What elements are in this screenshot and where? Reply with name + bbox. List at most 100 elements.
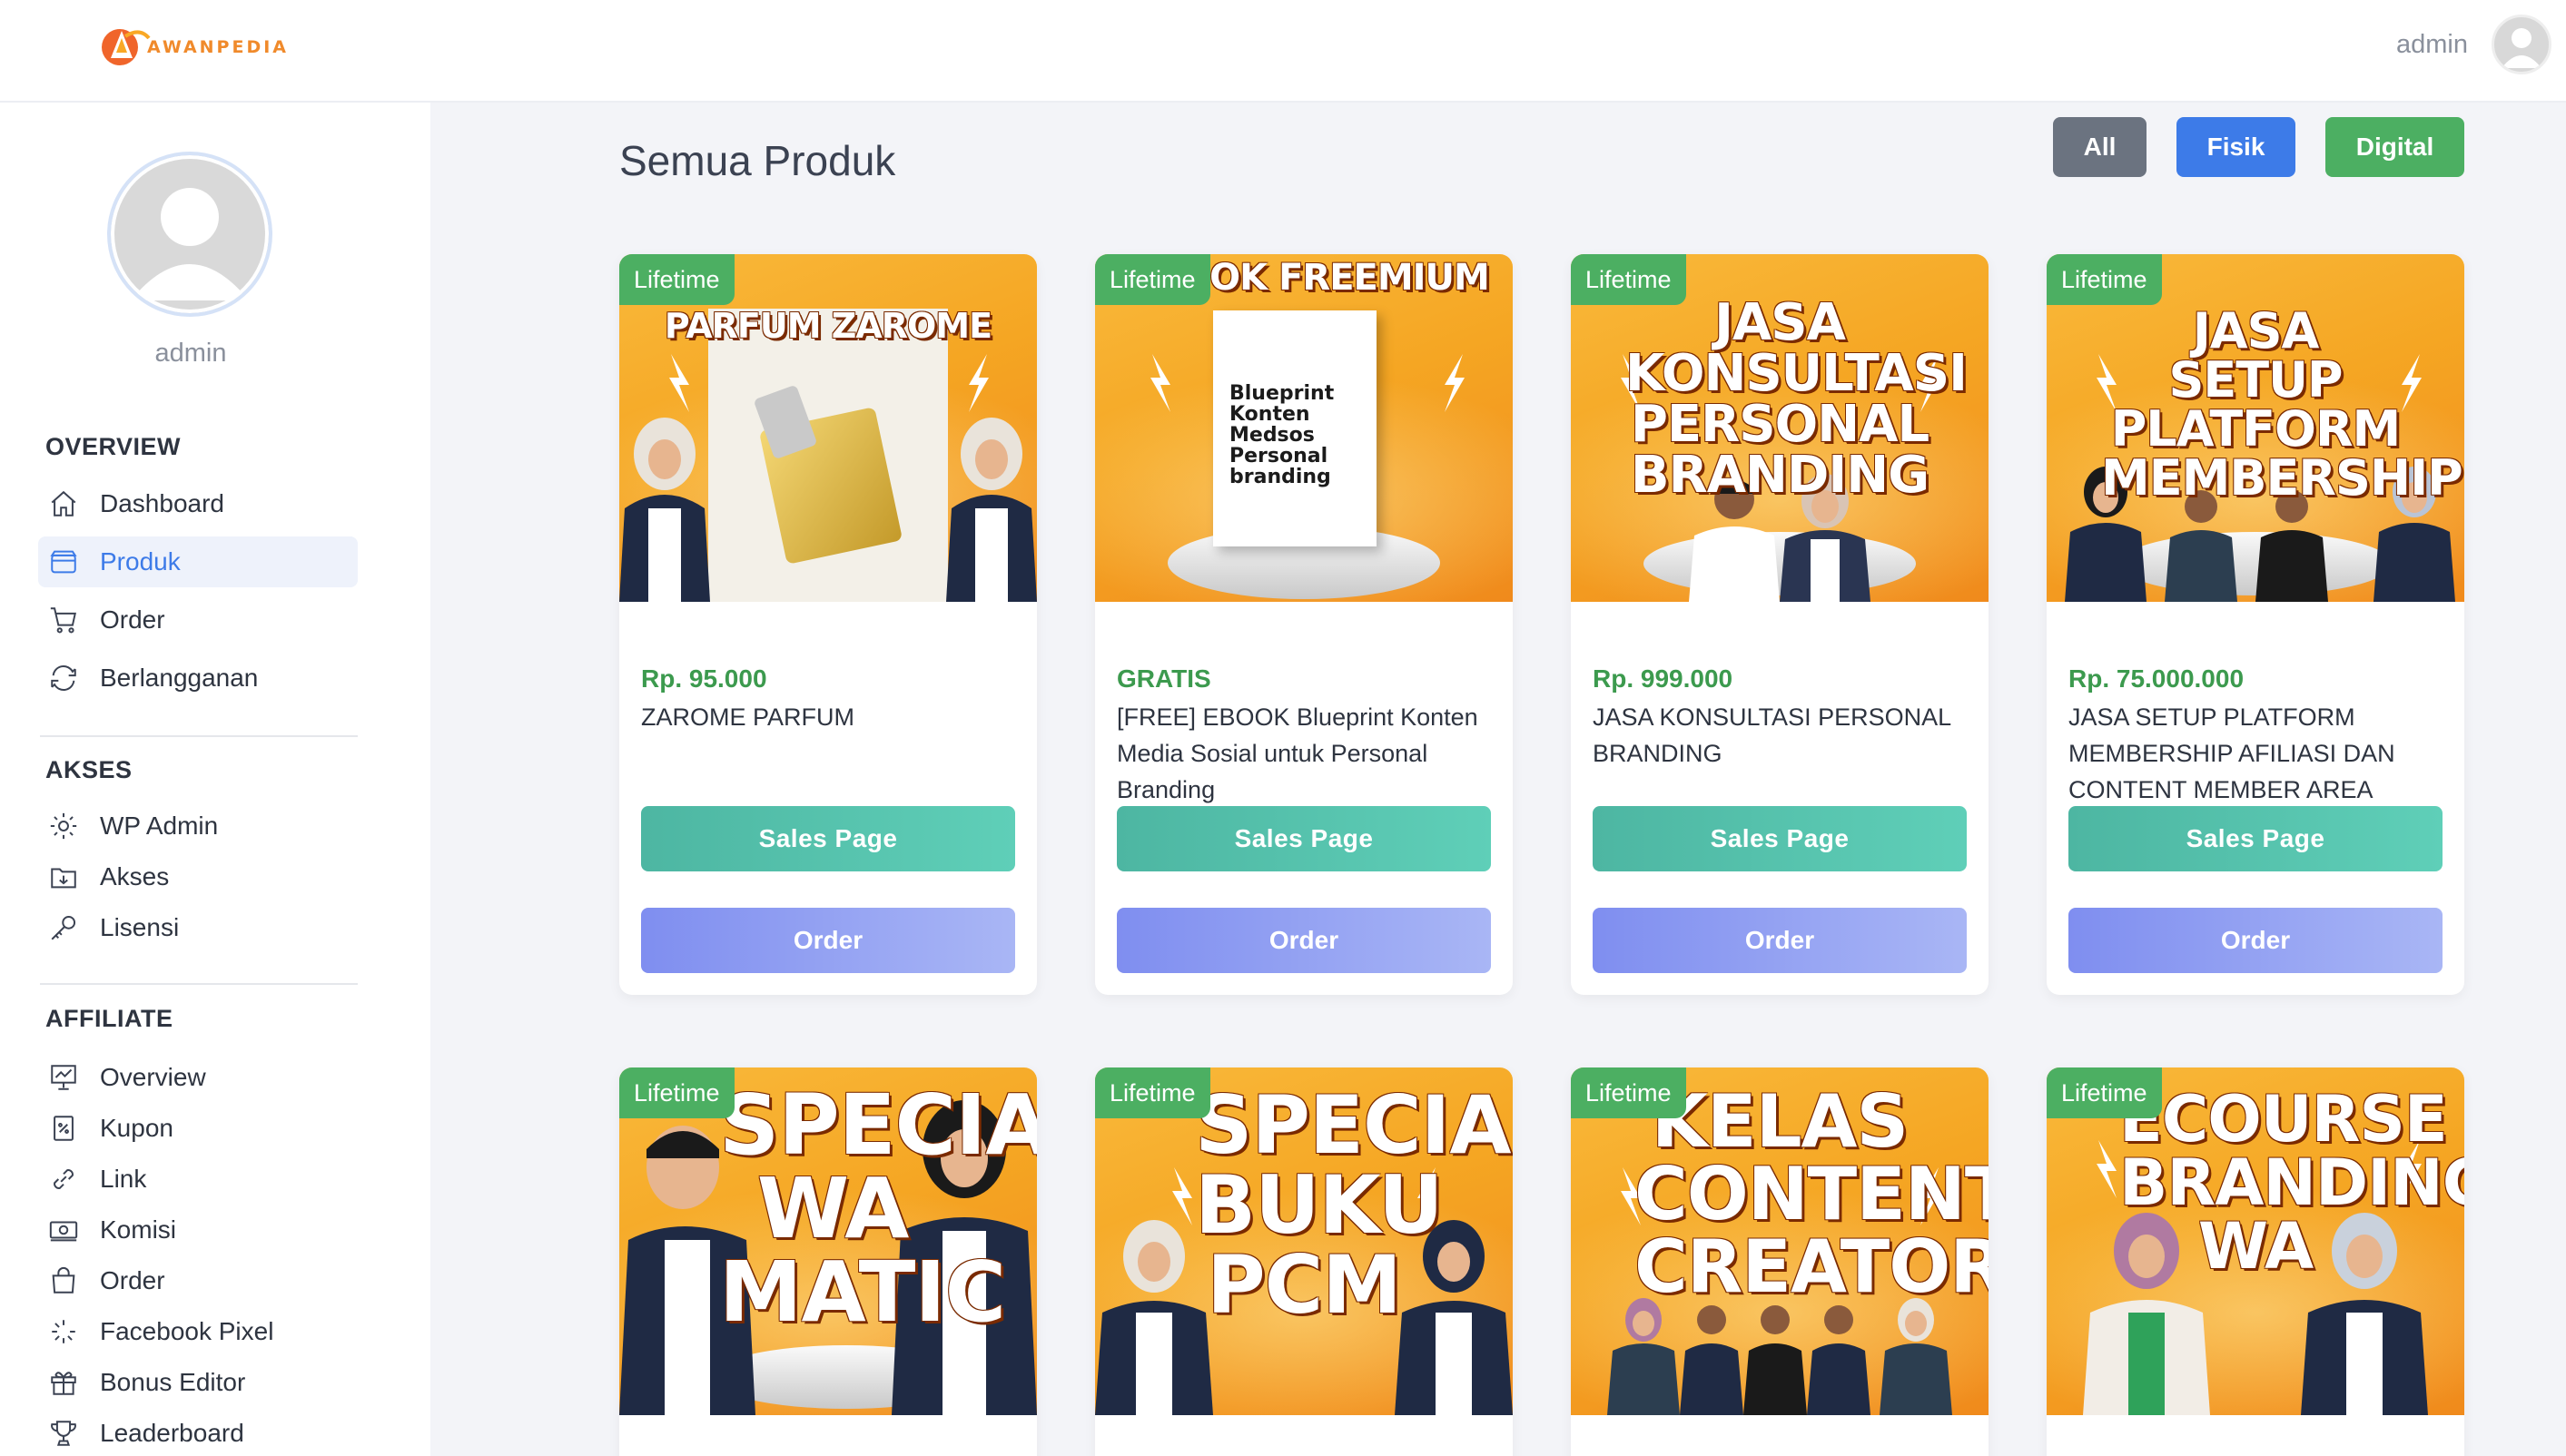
gift-icon: [47, 1366, 80, 1399]
cash-icon: [47, 1214, 80, 1246]
cart-icon: [47, 604, 80, 636]
thumbnail-title: PARFUM ZAROME: [664, 306, 992, 346]
thumbnail-title: SPECIAL WA MATIC: [719, 1077, 1037, 1341]
page-title: Semua Produk: [619, 137, 896, 184]
lifetime-badge: Lifetime: [1095, 1067, 1210, 1118]
thumbnail-title: SPECIAL BUKU PCM: [1195, 1078, 1513, 1332]
ebook-cover: Blueprint Konten Medsos Personal brandin…: [1213, 310, 1377, 546]
product-card: Lifetime SPECIAL WA MATIC: [619, 1067, 1037, 1456]
filter-fisik-button[interactable]: Fisik: [2176, 117, 2295, 177]
product-name: [FREE] EBOOK Blueprint Konten Media Sosi…: [1117, 703, 1478, 803]
sidebar-divider: [40, 735, 358, 737]
product-thumbnail[interactable]: Lifetime JASA SETUP PLATFORM MEMBERSHIP: [2047, 254, 2464, 602]
brand-name: AWANPEDIA: [147, 37, 290, 57]
order-button[interactable]: Order: [641, 908, 1015, 973]
presenter-figure: [1807, 1305, 1870, 1415]
sidebar-item-facebook-pixel[interactable]: Facebook Pixel: [38, 1306, 358, 1357]
avatar-placeholder-icon: [2502, 28, 2541, 68]
presenter-figure: [946, 418, 1037, 602]
sidebar-item-bonus-editor[interactable]: Bonus Editor: [38, 1357, 358, 1408]
product-thumbnail[interactable]: Lifetime KELAS CONTENT CREATOR: [1571, 1067, 1989, 1415]
filter-digital-button[interactable]: Digital: [2325, 117, 2464, 177]
brand-logo[interactable]: AWANPEDIA: [98, 18, 289, 73]
sidebar-avatar: [107, 152, 272, 317]
sidebar-item-wp-admin[interactable]: WP Admin: [38, 801, 358, 851]
sidebar-item-label: Lisensi: [100, 913, 180, 941]
product-price: Rp. 75.000.000: [2068, 664, 2245, 693]
sidebar-item-label: WP Admin: [100, 812, 219, 840]
product-card: Lifetime OK FREEMIUM Blueprint Konten Me…: [1095, 254, 1513, 995]
sidebar-item-label: Leaderboard: [100, 1419, 244, 1447]
sidebar-item-label: Komisi: [100, 1215, 177, 1244]
product-thumbnail[interactable]: Lifetime SPECIAL WA MATIC: [619, 1067, 1037, 1415]
sidebar-item-label: Facebook Pixel: [100, 1317, 274, 1345]
sidebar-item-label: Berlangganan: [100, 664, 259, 692]
product-card: Lifetime PARFUM ZAROME Rp. 95.000 ZAROME…: [619, 254, 1037, 995]
sidebar-item-affiliate-overview[interactable]: Overview: [38, 1052, 358, 1103]
sales-page-button[interactable]: Sales Page: [1117, 806, 1491, 871]
brand-logo-icon: [102, 29, 151, 65]
coupon-icon: [47, 1112, 80, 1145]
header-username: admin: [2396, 29, 2468, 59]
sidebar-item-komisi[interactable]: Komisi: [38, 1205, 358, 1255]
chart-board-icon: [47, 1061, 80, 1094]
trophy-icon: [47, 1417, 80, 1450]
thumbnail-title: JASA KONSULTASI PERSONAL BRANDING: [1625, 293, 1968, 505]
key-icon: [47, 911, 80, 944]
thumbnail-title: ECOURSE BRANDING WA: [2119, 1082, 2464, 1284]
perfume-photo: [708, 309, 948, 602]
product-thumbnail[interactable]: Lifetime ECOURSE BRANDING WA: [2047, 1067, 2464, 1415]
sales-page-button[interactable]: Sales Page: [2068, 806, 2443, 871]
sidebar-item-affiliate-order[interactable]: Order: [38, 1255, 358, 1306]
ebook-cover-title: Blueprint Konten Medsos Personal brandin…: [1229, 382, 1335, 489]
sidebar-item-label: Dashboard: [100, 489, 224, 517]
sidebar: admin OVERVIEW Dashboard Produk Order Be…: [0, 103, 430, 1456]
sidebar-item-akses[interactable]: Akses: [38, 851, 358, 902]
product-price: Rp. 999.000: [1593, 664, 1733, 693]
refresh-icon: [47, 662, 80, 694]
product-thumbnail[interactable]: Lifetime JASA KONSULTASI PERSONAL BRANDI…: [1571, 254, 1989, 602]
filter-all-button[interactable]: All: [2053, 117, 2147, 177]
avatar-placeholder-icon: [131, 188, 249, 300]
sales-page-button[interactable]: Sales Page: [1593, 806, 1967, 871]
user-menu[interactable]: admin: [2396, 15, 2551, 74]
sidebar-item-berlangganan[interactable]: Berlangganan: [38, 653, 358, 703]
sidebar-item-order[interactable]: Order: [38, 595, 358, 645]
product-thumbnail[interactable]: Lifetime PARFUM ZAROME: [619, 254, 1037, 602]
sidebar-item-label: Order: [100, 605, 165, 634]
section-affiliate-title: AFFILIATE: [45, 1005, 173, 1032]
presenter-figure: [619, 418, 710, 602]
sidebar-item-label: Overview: [100, 1063, 206, 1091]
sales-page-button[interactable]: Sales Page: [641, 806, 1015, 871]
sidebar-item-link[interactable]: Link: [38, 1154, 358, 1205]
order-button[interactable]: Order: [2068, 908, 2443, 973]
product-thumbnail[interactable]: Lifetime SPECIAL BUKU PCM: [1095, 1067, 1513, 1415]
sidebar-item-produk[interactable]: Produk: [38, 536, 358, 587]
sidebar-item-label: Kupon: [100, 1114, 173, 1142]
gear-icon: [47, 810, 80, 842]
presenter-figure: [1680, 1305, 1743, 1415]
order-button[interactable]: Order: [1117, 908, 1491, 973]
product-thumbnail[interactable]: Lifetime OK FREEMIUM Blueprint Konten Me…: [1095, 254, 1513, 602]
lifetime-badge: Lifetime: [1095, 254, 1210, 305]
presenter-figure: [1743, 1305, 1807, 1415]
header-avatar[interactable]: [2492, 15, 2551, 74]
product-card: Lifetime ECOURSE BRANDING WA: [2047, 1067, 2464, 1456]
sidebar-username: admin: [154, 339, 227, 368]
sidebar-item-dashboard[interactable]: Dashboard: [38, 478, 358, 529]
product-card: Lifetime JASA SETUP PLATFORM MEMBERSHIP …: [2047, 254, 2464, 995]
sidebar-item-lisensi[interactable]: Lisensi: [38, 902, 358, 953]
bag-icon: [47, 1264, 80, 1297]
product-card: Lifetime SPECIAL BUKU PCM: [1095, 1067, 1513, 1456]
presenter-figure: [1607, 1298, 1680, 1415]
thumbnail-title: OK FREEMIUM: [1209, 257, 1490, 299]
presenter-figure: [1880, 1298, 1952, 1415]
order-button[interactable]: Order: [1593, 908, 1967, 973]
sidebar-item-leaderboard[interactable]: Leaderboard: [38, 1408, 358, 1456]
sidebar-item-label: Order: [100, 1266, 165, 1294]
top-header: AWANPEDIA admin: [0, 0, 2566, 103]
lightning-icon: [1445, 354, 1465, 412]
lightning-icon: [2097, 1140, 2117, 1198]
product-price: GRATIS: [1117, 664, 1211, 693]
sidebar-item-kupon[interactable]: Kupon: [38, 1103, 358, 1154]
